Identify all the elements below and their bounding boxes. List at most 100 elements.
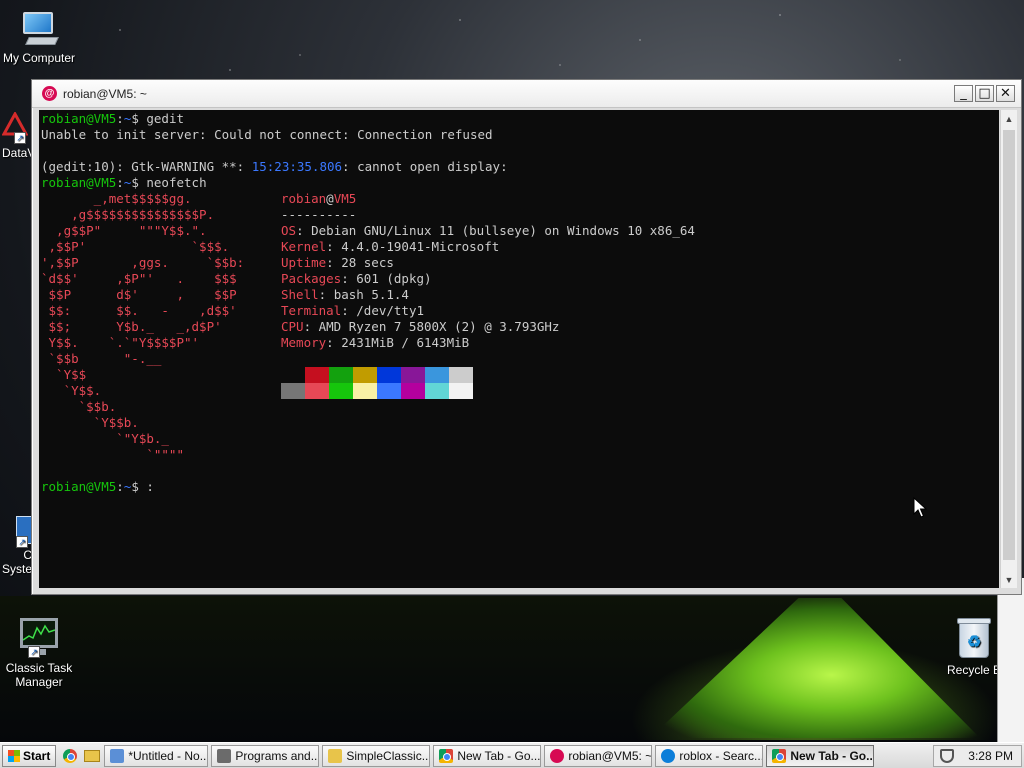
desktop-icon-label: C <box>23 548 32 562</box>
minimize-button[interactable]: _ <box>954 85 973 102</box>
palette-color-block <box>401 383 425 399</box>
logo-line: `"Y$b._ <box>41 431 169 446</box>
info-key: Packages <box>281 271 342 286</box>
neofetch-separator: ---------- <box>281 207 357 222</box>
logo-line: $$P d$' , $$P <box>41 287 237 302</box>
prompt-colon: : <box>116 111 124 126</box>
taskbar-button[interactable]: robian@VM5: ~ <box>544 744 653 767</box>
edge-icon <box>661 748 676 763</box>
info-at: @ <box>326 191 334 206</box>
taskbar-button-label: New Tab - Go... <box>457 748 541 763</box>
logo-line: `$$b. <box>41 399 117 414</box>
palette-color-block <box>353 383 377 399</box>
logo-line: `d$$' ,$P"' . $$$ <box>41 271 237 286</box>
chrome-icon <box>63 748 78 763</box>
scrollbar-thumb[interactable] <box>1003 130 1015 560</box>
info-value: : 601 (dpkg) <box>341 271 432 286</box>
window-title: robian@VM5: ~ <box>63 86 147 101</box>
taskbar-clock[interactable]: 3:28 PM <box>968 749 1013 763</box>
chrome-icon <box>439 748 454 763</box>
taskbar: Start *Untitled - No... Programs and... Si… <box>0 742 1024 768</box>
info-key: Uptime <box>281 255 327 270</box>
logo-line: `"""" <box>41 447 184 462</box>
mouse-cursor-icon <box>913 497 927 518</box>
info-row: Shell: bash 5.1.4 <box>281 287 695 303</box>
taskbar-button-label: Programs and... <box>235 748 320 763</box>
desktop-icon-my-computer[interactable]: My Computer <box>0 10 78 65</box>
info-key: Terminal <box>281 303 342 318</box>
window-titlebar[interactable]: @ robian@VM5: ~ _ □ ✕ <box>32 80 1021 108</box>
prompt-sign: $ <box>131 479 139 494</box>
terminal-line: robian@VM5:~$ gedit <box>41 111 999 127</box>
maximize-button[interactable]: □ <box>975 85 994 102</box>
taskbar-button-label: roblox - Searc... <box>679 748 764 763</box>
palette-color-block <box>329 383 353 399</box>
info-value: : 4.4.0-19041-Microsoft <box>326 239 500 254</box>
logo-line: `Y$$ <box>41 367 87 382</box>
desktop-icon-classic-task-manager[interactable]: ↗ Classic Task Manager <box>0 616 78 689</box>
desktop-icon-label: Classic Task Manager <box>5 661 73 689</box>
terminal-line: robian@VM5:~$ : <box>41 479 154 495</box>
background-window-edge[interactable] <box>997 578 1024 742</box>
logo-line: ,$$P' `$$$. <box>41 239 230 254</box>
terminal-window[interactable]: @ robian@VM5: ~ _ □ ✕ robian@VM5:~$ gedi… <box>31 79 1022 595</box>
taskbar-button-label: New Tab - Go... <box>790 748 875 763</box>
computer-icon <box>17 10 61 48</box>
quicklaunch-explorer[interactable] <box>82 746 102 766</box>
vertical-scrollbar[interactable]: ▲ ▼ <box>1000 110 1017 588</box>
close-button[interactable]: ✕ <box>996 85 1015 102</box>
taskbar-button-label: robian@VM5: ~ <box>568 748 653 763</box>
quicklaunch-chrome[interactable] <box>60 746 80 766</box>
control-panel-icon <box>217 748 232 763</box>
recycle-bin-icon: ♻ <box>955 616 993 660</box>
palette-color-block <box>377 367 401 383</box>
logo-line: `$$b "-.__ <box>41 351 162 366</box>
security-shield-icon[interactable] <box>940 748 955 763</box>
debian-icon <box>550 748 565 763</box>
info-value: : 2431MiB / 6143MiB <box>326 335 470 350</box>
info-value: : /dev/tty1 <box>341 303 425 318</box>
taskbar-button[interactable]: *Untitled - No... <box>104 744 209 767</box>
info-row: Kernel: 4.4.0-19041-Microsoft <box>281 239 695 255</box>
command-text: gedit <box>138 111 185 126</box>
taskbar-button[interactable]: Programs and... <box>211 744 320 767</box>
taskbar-button[interactable]: New Tab - Go... <box>433 744 542 767</box>
warning-suffix: : cannot open display: <box>342 159 508 174</box>
taskbar-button-label: SimpleClassic... <box>346 748 431 763</box>
prompt-sign: $ <box>131 111 139 126</box>
windows-logo-icon <box>8 749 20 762</box>
prompt-user: robian@VM5 <box>41 111 117 126</box>
logo-line: ,g$$$$$$$$$$$$$$$P. <box>41 207 215 222</box>
start-button[interactable]: Start <box>2 744 57 767</box>
info-value: : Debian GNU/Linux 11 (bullseye) on Wind… <box>296 223 695 238</box>
scroll-up-arrow-icon[interactable]: ▲ <box>1001 110 1017 127</box>
prompt-colon: : <box>116 175 124 190</box>
taskbar-button[interactable]: roblox - Searc... <box>655 744 764 767</box>
info-value: : 28 secs <box>326 255 394 270</box>
neofetch-debian-logo: _,met$$$$$gg. ,g$$$$$$$$$$$$$$$P. ,g$$P"… <box>41 191 244 463</box>
scroll-down-arrow-icon[interactable]: ▼ <box>1001 571 1017 588</box>
info-key: CPU <box>281 319 304 334</box>
info-row: Terminal: /dev/tty1 <box>281 303 695 319</box>
terminal-line: robian@VM5:~$ neofetch <box>41 175 999 191</box>
folder-icon <box>328 748 343 763</box>
taskbar-button[interactable]: SimpleClassic... <box>322 744 431 767</box>
desktop-icon-label: Recycle B <box>946 663 1002 677</box>
terminal-output[interactable]: robian@VM5:~$ gedit Unable to init serve… <box>39 110 999 588</box>
task-manager-icon: ↗ <box>16 616 62 658</box>
info-value: : AMD Ryzen 7 5800X (2) @ 3.793GHz <box>303 319 560 334</box>
notepad-icon <box>110 748 125 763</box>
logo-line: _,met$$$$$gg. <box>41 191 192 206</box>
chrome-icon <box>772 748 787 763</box>
taskbar-button[interactable]: New Tab - Go... <box>766 744 875 767</box>
system-tray: 3:28 PM <box>933 744 1022 767</box>
info-row: Memory: 2431MiB / 6143MiB <box>281 335 695 351</box>
palette-color-block <box>305 367 329 383</box>
prompt-sign: $ <box>131 175 139 190</box>
prompt-user: robian@VM5 <box>41 175 117 190</box>
info-host: VM5 <box>333 191 357 206</box>
terminal-warning-line: (gedit:10): Gtk-WARNING **: 15:23:35.806… <box>41 159 999 175</box>
prompt-user: robian@VM5 <box>41 479 117 494</box>
info-row: Packages: 601 (dpkg) <box>281 271 695 287</box>
